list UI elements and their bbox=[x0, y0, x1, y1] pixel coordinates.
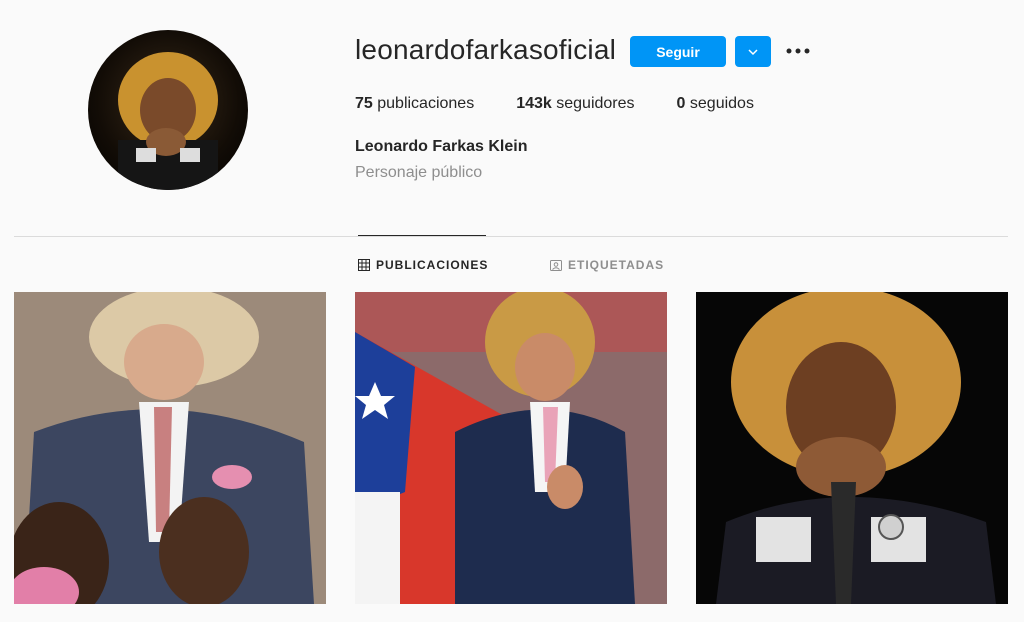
profile-avatar[interactable] bbox=[88, 30, 248, 190]
tabs-divider bbox=[14, 236, 1008, 237]
stat-followers[interactable]: 143k seguidores bbox=[516, 95, 634, 113]
stat-count: 0 bbox=[676, 95, 686, 112]
post-photo bbox=[14, 292, 326, 604]
post-photo bbox=[696, 292, 1008, 604]
stat-count: 75 bbox=[355, 95, 373, 112]
stat-label: publicaciones bbox=[377, 95, 475, 112]
stat-label: seguidos bbox=[689, 95, 754, 112]
follow-button[interactable]: Seguir bbox=[630, 36, 726, 67]
profile-stats: 75 publicaciones 143k seguidores 0 segui… bbox=[355, 95, 796, 113]
grid-icon bbox=[358, 259, 370, 271]
post-thumbnail-3[interactable] bbox=[696, 292, 1008, 604]
tab-label: ETIQUETADAS bbox=[568, 258, 665, 272]
tab-tagged[interactable]: ETIQUETADAS bbox=[550, 258, 664, 272]
more-dots-icon bbox=[786, 48, 810, 54]
tagged-icon bbox=[550, 259, 562, 271]
more-options-button[interactable] bbox=[783, 38, 813, 64]
profile-username: leonardofarkasoficial bbox=[355, 34, 617, 65]
chevron-down-icon bbox=[748, 48, 758, 55]
post-photo bbox=[355, 292, 667, 604]
post-thumbnail-1[interactable] bbox=[14, 292, 326, 604]
profile-full-name: Leonardo Farkas Klein bbox=[355, 138, 528, 155]
stat-posts: 75 publicaciones bbox=[355, 95, 474, 113]
post-thumbnail-2[interactable] bbox=[355, 292, 667, 604]
suggestions-dropdown-button[interactable] bbox=[735, 36, 771, 67]
avatar-photo bbox=[118, 52, 218, 190]
stat-following[interactable]: 0 seguidos bbox=[677, 95, 754, 113]
active-tab-indicator bbox=[358, 235, 486, 236]
stat-count: 143k bbox=[516, 95, 552, 112]
stat-label: seguidores bbox=[556, 95, 635, 112]
tab-label: PUBLICACIONES bbox=[376, 258, 489, 272]
profile-category: Personaje público bbox=[355, 164, 483, 181]
tab-posts[interactable]: PUBLICACIONES bbox=[358, 258, 488, 272]
